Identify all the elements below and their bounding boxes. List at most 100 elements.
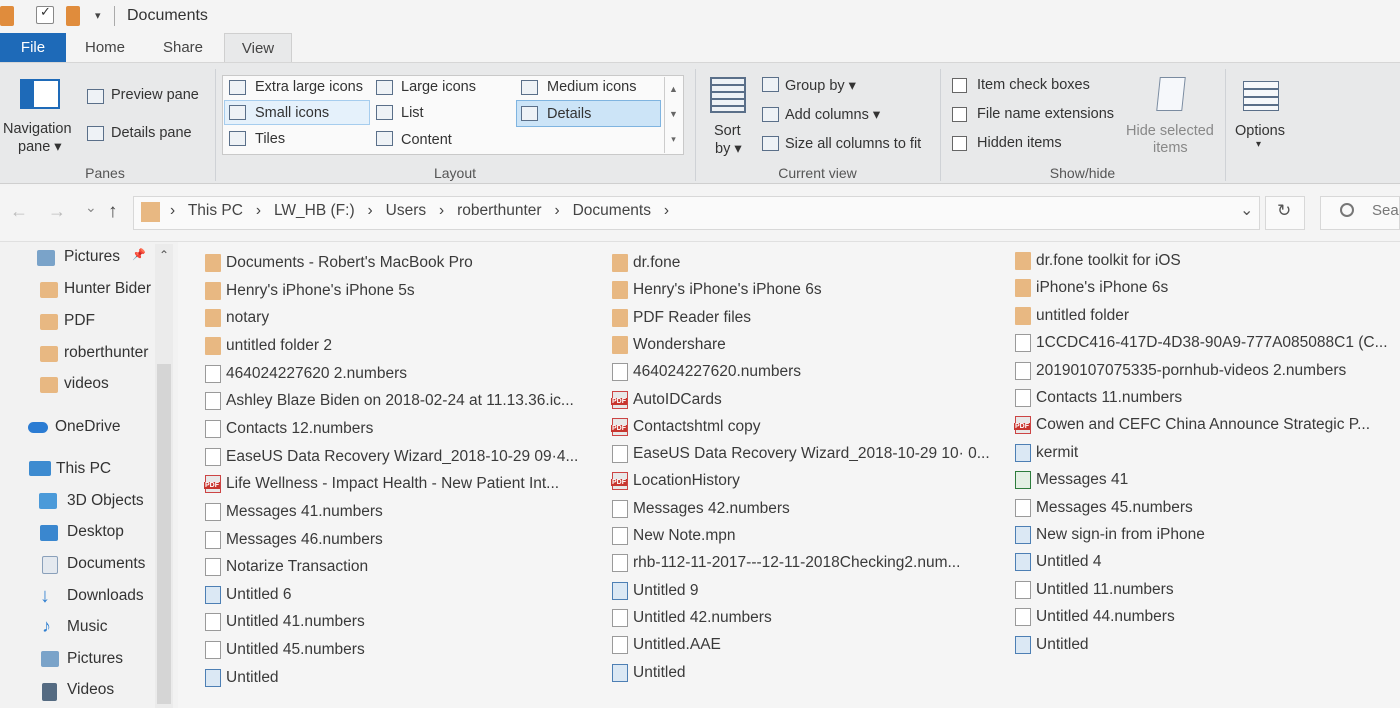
navigation-pane-icon[interactable] [20, 79, 60, 109]
search-placeholder[interactable]: Sea [1372, 202, 1399, 219]
breadcrumb-users[interactable]: Users [386, 202, 426, 219]
recent-locations-button[interactable]: ⌄ [85, 199, 97, 216]
search-icon [1340, 203, 1354, 217]
breadcrumb: › This PC › LW_HB (F:) › Users › roberth… [170, 202, 669, 220]
pdf-icon [611, 472, 628, 490]
ribbon-tabs: File Home Share View [0, 33, 1400, 64]
ribbon-separator [215, 69, 216, 181]
options-icon[interactable] [1243, 81, 1279, 111]
pin-icon[interactable]: 📌 [132, 248, 146, 261]
sidebar-item-videos[interactable]: videos [64, 375, 109, 393]
hide-selected-label[interactable]: Hide selected [1126, 123, 1214, 139]
file-name: Henry's iPhone's iPhone 5s [226, 282, 415, 299]
address-dropdown-button[interactable]: ⌄ [1240, 200, 1253, 220]
options-button[interactable]: Options [1235, 123, 1285, 139]
sidebar-item-pictures-pc[interactable]: Pictures [67, 650, 123, 668]
sidebar-item-desktop[interactable]: Desktop [67, 523, 124, 541]
folder-icon [40, 377, 58, 393]
file-extensions-label[interactable]: File name extensions [977, 106, 1114, 122]
breadcrumb-sep: › [255, 202, 262, 219]
sidebar-item-3d-objects[interactable]: 3D Objects [67, 492, 144, 510]
breadcrumb-documents[interactable]: Documents [573, 202, 651, 219]
customize-quick-access-icon[interactable]: ▾ [95, 9, 101, 22]
sidebar-item-pictures[interactable]: Pictures [64, 248, 120, 266]
image-icon [612, 664, 628, 682]
ribbon-view: Navigation pane ▾ Preview pane Details p… [0, 62, 1400, 184]
pictures-icon [37, 250, 55, 266]
document-icon [205, 558, 221, 576]
list-icon [376, 105, 393, 120]
new-folder-icon[interactable] [66, 6, 80, 26]
file-name: dr.fone toolkit for iOS [1036, 252, 1181, 269]
add-columns-button[interactable]: Add columns ▾ [785, 107, 880, 123]
layout-details[interactable]: Details [547, 106, 591, 122]
file-extensions-checkbox[interactable] [952, 107, 967, 122]
sidebar-item-this-pc[interactable]: This PC [56, 460, 111, 478]
details-pane-button[interactable]: Details pane [111, 125, 192, 141]
sidebar-item-videos-pc[interactable]: Videos [67, 681, 114, 699]
document-icon [1015, 334, 1031, 352]
file-name: Wondershare [633, 336, 726, 353]
file-name: Untitled 44.numbers [1036, 608, 1175, 625]
breadcrumb-user[interactable]: roberthunter [457, 202, 541, 219]
layout-extra-large-icons[interactable]: Extra large icons [255, 79, 363, 95]
hide-selected-icon[interactable] [1156, 77, 1186, 111]
ribbon-separator [1225, 69, 1226, 181]
layout-content[interactable]: Content [401, 132, 452, 148]
options-dropdown-arrow[interactable]: ▾ [1256, 139, 1261, 150]
refresh-button[interactable]: ↻ [1277, 201, 1291, 221]
sidebar-scrollbar[interactable]: ⌃ [155, 244, 173, 708]
item-check-boxes-label[interactable]: Item check boxes [977, 77, 1090, 93]
file-name: Untitled [1036, 636, 1089, 653]
layout-medium-icons[interactable]: Medium icons [547, 79, 636, 95]
size-columns-icon [762, 136, 779, 151]
sort-by-label-2[interactable]: by ▾ [715, 141, 742, 157]
layout-list[interactable]: List [401, 105, 424, 121]
size-all-columns-button[interactable]: Size all columns to fit [785, 136, 921, 152]
tab-view[interactable]: View [224, 33, 292, 64]
document-icon [612, 554, 628, 572]
sidebar-item-downloads[interactable]: Downloads [67, 587, 144, 605]
tab-home[interactable]: Home [72, 33, 138, 63]
file-name: Messages 41 [1036, 471, 1129, 488]
sidebar-item-hunter-biden[interactable]: Hunter Bider [64, 280, 154, 298]
folder-icon [205, 254, 221, 272]
hide-selected-label-2[interactable]: items [1153, 140, 1188, 156]
up-button[interactable]: ↑ [108, 201, 118, 223]
sidebar-item-pdf[interactable]: PDF [64, 312, 95, 330]
back-button[interactable]: ← [10, 201, 28, 222]
tab-share[interactable]: Share [150, 33, 216, 63]
breadcrumb-sep: › [367, 202, 373, 219]
pdf-icon [204, 475, 221, 493]
folder-icon [612, 336, 628, 354]
breadcrumb-drive[interactable]: LW_HB (F:) [274, 202, 355, 219]
sidebar-item-onedrive[interactable]: OneDrive [55, 418, 120, 436]
layout-large-icons[interactable]: Large icons [401, 79, 476, 95]
folder-icon [612, 309, 628, 327]
sidebar-item-music[interactable]: Music [67, 618, 107, 636]
sort-by-label[interactable]: Sort [714, 123, 741, 139]
sidebar-item-documents[interactable]: Documents [67, 555, 145, 573]
layout-small-icons[interactable]: Small icons [255, 105, 329, 121]
tab-file[interactable]: File [0, 33, 66, 63]
ribbon-separator [695, 69, 696, 181]
group-by-button[interactable]: Group by ▾ [785, 78, 856, 94]
navigation-pane-label[interactable]: Navigation [3, 121, 72, 137]
file-name: EaseUS Data Recovery Wizard_2018-10-29 0… [226, 448, 579, 465]
sidebar-item-roberthunter[interactable]: roberthunter [64, 344, 154, 362]
hidden-items-checkbox[interactable] [952, 136, 967, 151]
hidden-items-label[interactable]: Hidden items [977, 135, 1062, 151]
layout-tiles[interactable]: Tiles [255, 131, 285, 147]
preview-pane-button[interactable]: Preview pane [111, 87, 199, 103]
forward-button[interactable]: → [48, 201, 66, 222]
document-icon [612, 609, 628, 627]
file-name: Contacts 11.numbers [1036, 389, 1183, 406]
item-check-boxes-checkbox[interactable] [952, 78, 967, 93]
navigation-pane-label-2[interactable]: pane ▾ [18, 139, 62, 155]
layout-scroll[interactable]: ▲ ▼ ▾ [664, 77, 682, 153]
sort-by-icon[interactable] [710, 77, 746, 113]
breadcrumb-this-pc[interactable]: This PC [188, 202, 243, 219]
file-name: Ashley Blaze Biden on 2018-02-24 at 11.1… [226, 392, 574, 409]
file-name: Messages 42.numbers [633, 500, 790, 517]
properties-icon[interactable]: ✓ [36, 4, 54, 24]
